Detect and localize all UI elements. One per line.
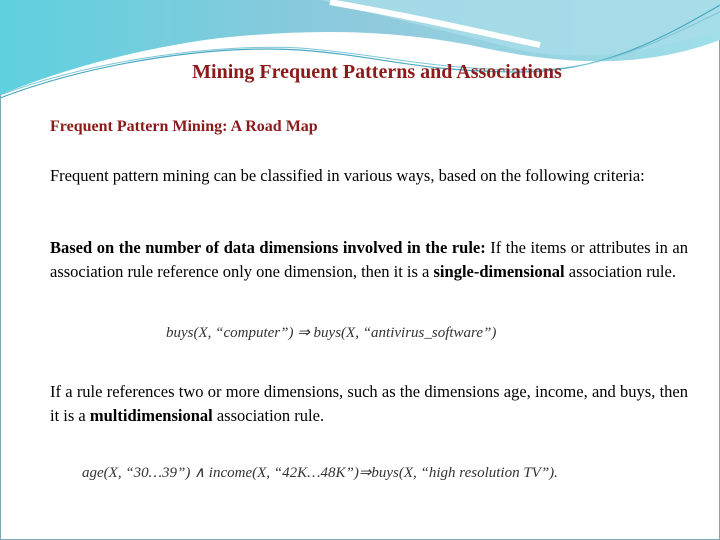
intro-paragraph: Frequent pattern mining can be classifie… (50, 166, 645, 185)
multidimensional-paragraph: If a rule references two or more dimensi… (50, 380, 688, 428)
single-dimensional-rule-formula: buys(X, “computer”) ⇒ buys(X, “antivirus… (166, 325, 497, 341)
paragraph-text: association rule. (212, 406, 325, 425)
multidimensional-rule-formula: age(X, “30…39”) ∧ income(X, “42K…48K”)⇒b… (82, 465, 558, 481)
criterion-label: Based on the number of data dimensions i… (50, 238, 486, 257)
paragraph-text: association rule. (564, 262, 676, 281)
section-heading: Frequent Pattern Mining: A Road Map (50, 118, 318, 135)
slide-title: Mining Frequent Patterns and Association… (192, 61, 562, 83)
header-wave-decoration (0, 0, 720, 99)
term-single-dimensional: single-dimensional (433, 262, 565, 281)
term-multidimensional: multidimensional (89, 406, 213, 425)
single-dimensional-paragraph: Based on the number of data dimensions i… (50, 236, 688, 284)
